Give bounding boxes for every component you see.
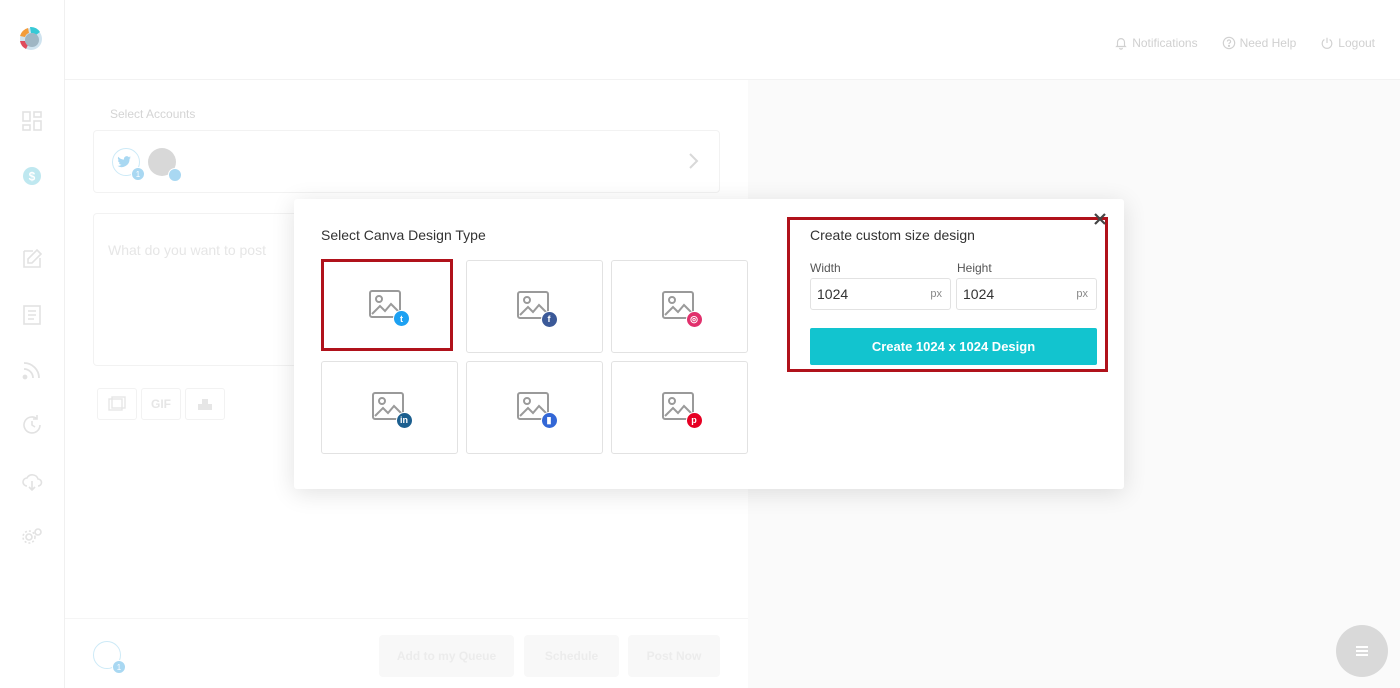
menu-fab-button[interactable] [1336,625,1388,677]
post-now-button[interactable]: Post Now [628,635,720,677]
linkedin-icon: in [395,411,413,429]
height-field[interactable]: px [956,278,1097,310]
twitter-account-avatar[interactable]: 1 [112,148,145,181]
schedule-button[interactable]: Schedule [524,635,619,677]
image-placeholder-icon: in [371,391,413,429]
posts-list-icon[interactable] [20,303,44,327]
compose-icon[interactable] [20,247,44,271]
footer-count-badge: 1 [112,660,126,674]
notifications-link[interactable]: Notifications [1114,36,1198,50]
image-placeholder-icon: f [516,290,558,328]
twitter-icon: t [393,310,410,327]
design-tile-facebook[interactable]: f [466,260,603,353]
composer-footer: 1 Add to my Queue Schedule Post Now [65,618,748,688]
billing-icon[interactable]: $ [20,164,44,188]
design-tile-instagram[interactable]: ◎ [611,260,748,353]
bell-icon [1115,38,1127,50]
design-tile-linkedin[interactable]: in [321,361,458,454]
design-type-title: Select Canva Design Type [321,227,486,243]
add-to-queue-label: Add to my Queue [396,649,497,663]
hamburger-icon [1356,646,1368,656]
canva-button[interactable] [185,388,225,420]
logout-link[interactable]: Logout [1320,36,1375,50]
height-unit: px [1076,288,1088,300]
app-logo[interactable] [16,24,46,54]
post-placeholder: What do you want to post [108,242,266,258]
footer-twitter-avatar[interactable]: 1 [93,641,126,674]
account-selector[interactable]: 1 [93,130,720,193]
image-placeholder-icon: ▮ [516,391,558,429]
google-my-business-icon: ▮ [540,411,558,429]
width-input[interactable] [811,280,921,308]
help-icon [1222,36,1235,50]
instagram-icon: ◎ [685,310,703,328]
custom-size-title: Create custom size design [810,227,975,243]
app: $ Notifications Need Help Logout Select … [0,0,1400,688]
settings-gears-icon[interactable] [20,524,44,548]
image-placeholder-icon: ◎ [661,290,703,328]
design-tile-twitter[interactable]: t [321,260,453,352]
facebook-icon: f [540,310,558,328]
post-now-label: Post Now [646,649,702,663]
design-tile-pinterest[interactable]: p [611,361,748,454]
pinterest-icon: p [685,411,703,429]
schedule-label: Schedule [544,649,599,663]
image-upload-button[interactable] [97,388,137,420]
height-label: Height [957,261,992,275]
account-count-badge: 1 [131,167,145,181]
width-label: Width [810,261,841,275]
canva-design-modal: Select Canva Design Type t f ◎ in ▮ p Create … [294,199,1124,489]
width-unit: px [930,288,942,300]
rss-feed-icon[interactable] [20,358,44,382]
need-help-link[interactable]: Need Help [1222,36,1297,50]
design-tile-google-my-business[interactable]: ▮ [466,361,603,454]
gif-label: GIF [151,397,171,411]
dashboard-icon[interactable] [20,109,44,133]
select-accounts-label: Select Accounts [110,107,196,121]
add-to-queue-button[interactable]: Add to my Queue [379,635,514,677]
notifications-label: Notifications [1132,36,1198,50]
twitter-badge-icon [168,168,182,182]
svg-text:$: $ [29,170,36,184]
user-avatar[interactable] [148,148,182,182]
chevron-right-icon[interactable] [687,151,701,171]
top-header: Notifications Need Help Logout [65,0,1400,80]
media-toolbar: GIF [97,388,225,420]
image-placeholder-icon: p [661,391,703,429]
recycle-schedule-icon[interactable] [20,413,44,437]
width-field[interactable]: px [810,278,951,310]
sidebar: $ [0,0,65,688]
cloud-upload-icon[interactable] [20,469,44,493]
need-help-label: Need Help [1239,36,1297,50]
create-design-button[interactable]: Create 1024 x 1024 Design [810,328,1097,365]
gif-button[interactable]: GIF [141,388,181,420]
close-icon[interactable] [1092,211,1108,227]
logout-label: Logout [1338,36,1375,50]
power-icon [1321,37,1333,49]
image-placeholder-icon: t [368,289,410,327]
header-links: Notifications Need Help Logout [1114,36,1375,50]
images-icon [108,396,126,411]
canva-icon [198,399,212,410]
height-input[interactable] [957,280,1067,308]
